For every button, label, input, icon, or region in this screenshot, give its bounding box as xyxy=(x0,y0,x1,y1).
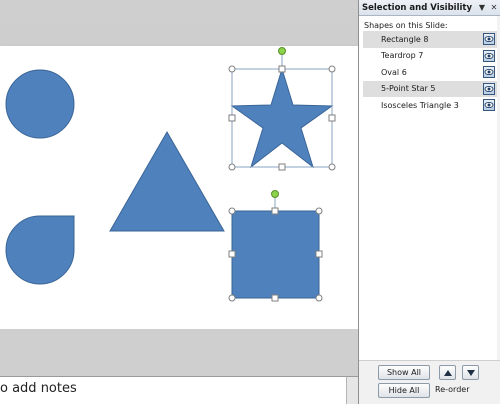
pane-menu-dropdown-icon[interactable]: ▼ xyxy=(476,2,488,14)
shape-item-oval-6[interactable]: Oval 6 xyxy=(363,64,497,81)
rectangle-shape[interactable] xyxy=(231,210,320,299)
visibility-toggle-button[interactable] xyxy=(483,33,495,45)
hide-all-button[interactable]: Hide All xyxy=(378,383,430,398)
slide-notes-divider xyxy=(0,329,358,376)
visibility-toggle-button[interactable] xyxy=(483,49,495,62)
move-down-button[interactable] xyxy=(462,365,479,380)
eye-icon xyxy=(484,35,494,43)
visibility-toggle-button[interactable] xyxy=(483,82,495,95)
shape-item-isosceles-triangle-3[interactable]: Isosceles Triangle 3 xyxy=(363,97,497,114)
oval-shape[interactable] xyxy=(5,69,75,139)
shape-item-label: Teardrop 7 xyxy=(381,51,424,61)
visibility-toggle-button[interactable] xyxy=(483,66,495,78)
pane-footer: Show All Hide All Re-order xyxy=(359,360,500,404)
shape-item-label: Isosceles Triangle 3 xyxy=(381,100,459,110)
slide-canvas[interactable] xyxy=(0,46,358,329)
reorder-label: Re-order xyxy=(435,385,470,394)
pane-header: Selection and Visibility ▼ ✕ xyxy=(359,0,500,16)
move-up-button[interactable] xyxy=(439,365,456,380)
arrow-up-icon xyxy=(443,369,452,376)
slide-work-area[interactable] xyxy=(0,0,358,376)
arrow-down-icon xyxy=(466,369,475,376)
shape-list: Rectangle 8 Teardrop 7 Oval 6 5-Point St… xyxy=(363,31,497,114)
eye-icon xyxy=(484,52,494,59)
notes-scrollbar[interactable] xyxy=(346,376,358,404)
selection-visibility-pane: Selection and Visibility ▼ ✕ Shapes on t… xyxy=(358,0,500,404)
pane-title: Selection and Visibility xyxy=(362,2,473,13)
eye-icon xyxy=(484,101,494,109)
show-all-button[interactable]: Show All xyxy=(378,365,430,380)
isosceles-triangle-shape[interactable] xyxy=(109,130,225,232)
visibility-toggle-button[interactable] xyxy=(483,99,495,111)
shape-item-teardrop-7[interactable]: Teardrop 7 xyxy=(363,48,497,65)
notes-pane[interactable]: o add notes xyxy=(0,376,346,404)
eye-icon xyxy=(484,68,494,76)
shape-item-label: Oval 6 xyxy=(381,67,407,77)
shape-item-rectangle-8[interactable]: Rectangle 8 xyxy=(363,31,497,48)
shape-item-label: 5-Point Star 5 xyxy=(381,84,436,94)
notes-placeholder: o add notes xyxy=(0,381,77,396)
eye-icon xyxy=(484,85,494,92)
pane-close-icon[interactable]: ✕ xyxy=(488,2,500,14)
shape-item-label: Rectangle 8 xyxy=(381,34,429,44)
shape-item-5-point-star-5[interactable]: 5-Point Star 5 xyxy=(363,80,497,97)
teardrop-shape[interactable] xyxy=(5,215,75,285)
shapes-section-label: Shapes on this Slide: xyxy=(364,21,448,30)
slide-shapes[interactable] xyxy=(0,46,358,329)
five-point-star-shape[interactable] xyxy=(230,67,334,169)
